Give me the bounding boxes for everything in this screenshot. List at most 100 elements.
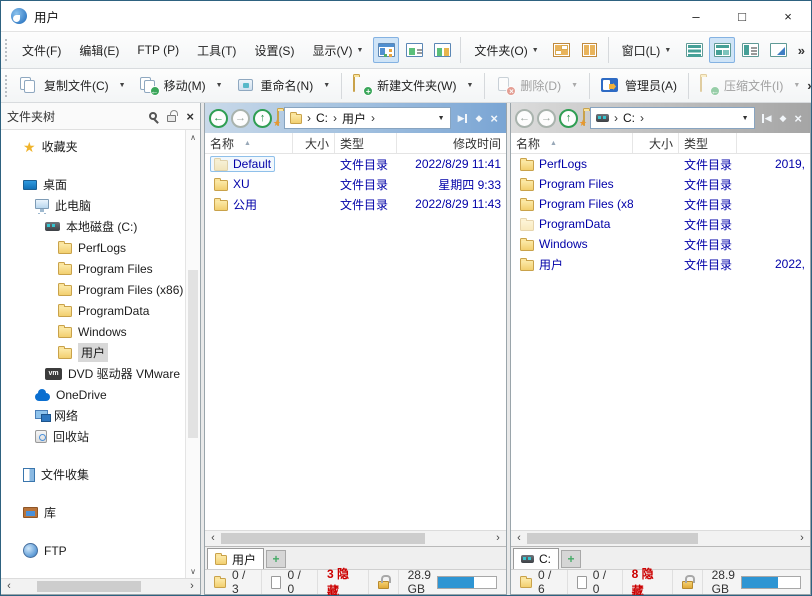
breadcrumb[interactable]: › C: › 用户 › ▼ [284,107,451,129]
tree-item-file-collection[interactable]: 文件收集 [1,464,185,485]
table-row[interactable]: Windows 文件目录 [511,234,810,254]
favorites-button[interactable]: ★ [583,111,585,125]
view-large-icons-button[interactable] [401,37,427,63]
menu-file[interactable]: 文件(F) [13,38,70,62]
menu-edit[interactable]: 编辑(E) [70,38,128,62]
favorites-button[interactable]: ★ [277,111,279,125]
admin-button[interactable]: 管理员(A) [594,72,684,100]
tree-item-network[interactable]: 网络 [1,405,185,426]
scrollbar-thumb[interactable] [188,270,198,438]
up-button[interactable]: ↑ [559,109,578,128]
close-button[interactable]: × [765,1,811,31]
menu-display[interactable]: 显示(V) ▼ [303,38,372,62]
view-details-button[interactable] [373,37,399,63]
maximize-button[interactable]: □ [719,1,765,31]
column-size[interactable]: 大小 [633,133,679,153]
scrollbar-thumb[interactable] [37,581,141,592]
delete-button[interactable]: × 删除(D) ▼ [489,72,585,100]
window-list-button[interactable] [737,37,763,63]
scroll-up-arrow[interactable]: ∧ [186,130,200,144]
column-modified[interactable]: 修改时间 [397,133,506,153]
tab-c-drive[interactable]: C: [513,548,559,569]
breadcrumb-item-c[interactable]: C: [623,111,635,125]
scroll-left-arrow[interactable]: ‹ [511,533,527,544]
file-name-box[interactable]: 公用 [210,195,261,214]
scroll-down-arrow[interactable]: ∨ [186,564,200,578]
column-type[interactable]: 类型 [335,133,397,153]
tree-item-windows[interactable]: Windows [1,321,185,342]
toolbar-gripper[interactable] [4,74,8,98]
list-horizontal-scrollbar[interactable]: ‹ › [205,530,506,546]
file-name-box[interactable]: ProgramData [516,216,614,232]
zip-button[interactable]: ← 压缩文件(I) ▼ [693,72,807,100]
pane-expand-left-button[interactable]: ◀ [762,114,772,123]
scrollbar-thumb[interactable] [221,533,425,544]
back-button[interactable]: ← [209,109,228,128]
view-tiles-button[interactable] [429,37,455,63]
breadcrumb[interactable]: › C: › ▼ [590,107,755,129]
tree-horizontal-scrollbar[interactable]: ‹ › [1,578,200,594]
window-top-columns-button[interactable] [709,37,735,63]
toolbar-overflow-chevron[interactable]: » [807,78,812,93]
scroll-right-arrow[interactable]: › [794,533,810,544]
tree-item-program-files-x86[interactable]: Program Files (x86) [1,279,185,300]
file-name-box[interactable]: PerfLogs [516,156,591,172]
pane-swap-button[interactable]: ◆ [475,114,482,123]
file-name-box[interactable]: Default [210,156,275,172]
table-row[interactable]: PerfLogs 文件目录 2019, [511,154,810,174]
tree-item-programdata[interactable]: ProgramData [1,300,185,321]
breadcrumb-dropdown-icon[interactable]: ▼ [438,115,445,122]
file-name-box[interactable]: XU [210,176,254,192]
tree-item-ftp[interactable]: FTP [1,540,185,561]
menu-settings[interactable]: 设置(S) [245,38,303,62]
file-name-box[interactable]: Windows [516,236,592,252]
new-tab-button[interactable]: + [561,550,581,568]
tree-item-local-disk-c[interactable]: 本地磁盘 (C:) [1,216,185,237]
column-size[interactable]: 大小 [293,133,335,153]
breadcrumb-item-users[interactable]: 用户 [342,110,366,127]
layout-vertical-panes-button[interactable] [577,37,603,63]
pane-close-button[interactable]: × [794,112,802,125]
menu-tools[interactable]: 工具(T) [188,38,245,62]
tree-item-recycle-bin[interactable]: 回收站 [1,426,185,447]
pane-close-button[interactable]: × [490,112,498,125]
up-button[interactable]: ↑ [253,109,272,128]
file-name-box[interactable]: Program Files [516,176,618,192]
tree-vertical-scrollbar[interactable]: ∧ ∨ [185,130,200,578]
unlock-icon[interactable] [682,581,693,589]
table-row[interactable]: XU 文件目录 星期四 9:33 [205,174,506,194]
forward-button[interactable]: → [537,109,556,128]
table-row[interactable]: 公用 文件目录 2022/8/29 11:43 [205,194,506,214]
move-button[interactable]: ← 移动(M) ▼ [133,72,230,100]
search-icon[interactable] [149,112,157,120]
file-name-box[interactable]: Program Files (x86) [516,196,633,212]
column-name[interactable]: 名称▲ [205,133,293,153]
new-tab-button[interactable]: + [266,550,286,568]
table-row[interactable]: 用户 文件目录 2022, [511,254,810,274]
tab-users[interactable]: 用户 [207,548,264,569]
scrollbar-thumb[interactable] [527,533,698,544]
menu-folders[interactable]: 文件夹(O) ▼ [465,38,547,62]
back-button[interactable]: ← [515,109,534,128]
copy-files-button[interactable]: 复制文件(C) ▼ [13,72,133,100]
tree-item-onedrive[interactable]: OneDrive [1,384,185,405]
unlock-icon[interactable] [378,581,389,589]
breadcrumb-item-c[interactable]: C: [316,111,328,125]
pin-icon[interactable] [167,115,176,122]
tree-item-users[interactable]: 用户 [1,342,185,363]
table-row[interactable]: Program Files (x86) 文件目录 [511,194,810,214]
table-row[interactable]: Default 文件目录 2022/8/29 11:41 [205,154,506,174]
table-row[interactable]: ProgramData 文件目录 [511,214,810,234]
tree-item-dvd-drive[interactable]: vmDVD 驱动器 VMware [1,363,185,384]
layout-grid-button[interactable] [549,37,575,63]
tree-item-libraries[interactable]: 库 [1,502,185,523]
file-name-box[interactable]: 用户 [516,255,567,274]
rename-button[interactable]: 重命名(N) ▼ [230,72,338,100]
breadcrumb-dropdown-icon[interactable]: ▼ [742,115,749,122]
tree-item-perflogs[interactable]: PerfLogs [1,237,185,258]
list-horizontal-scrollbar[interactable]: ‹ › [511,530,810,546]
forward-button[interactable]: → [231,109,250,128]
column-type[interactable]: 类型 [679,133,737,153]
menu-ftp[interactable]: FTP (P) [128,38,188,62]
toolbar-overflow-chevron[interactable]: » [798,43,805,58]
